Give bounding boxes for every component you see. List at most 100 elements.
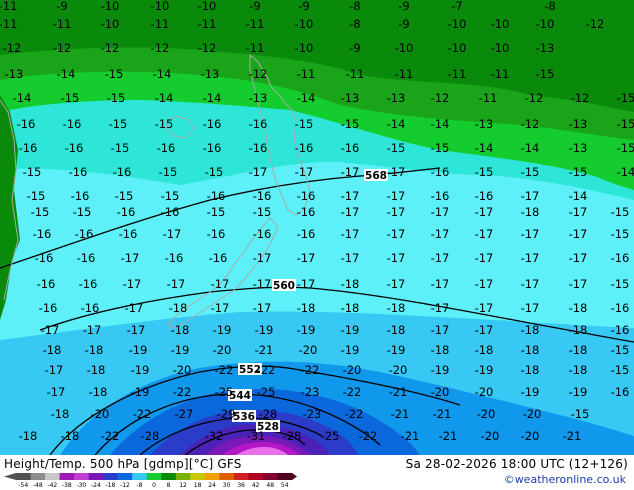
temperature-value: -17	[475, 227, 494, 241]
temperature-value: -31	[247, 429, 266, 443]
temperature-value: -16	[33, 227, 52, 241]
scale-label: 54	[281, 482, 289, 489]
temperature-value: -19	[475, 363, 494, 377]
temperature-value: -16	[611, 323, 630, 337]
temperature-value: -13	[341, 91, 360, 105]
temperature-value: -16	[253, 189, 272, 203]
temperature-value: -16	[157, 141, 176, 155]
temperature-value: -25	[321, 429, 340, 443]
temperature-value: -18	[521, 343, 540, 357]
temperature-value: -17	[47, 385, 66, 399]
temperature-value: -16	[295, 141, 314, 155]
scale-label: -42	[47, 482, 57, 489]
temperature-value: -12	[3, 41, 22, 55]
temperature-value: -12	[249, 67, 268, 81]
temperature-value: -16	[341, 141, 360, 155]
temperature-value: -15	[611, 277, 630, 291]
temperature-value: -15	[111, 141, 130, 155]
scale-swatch	[16, 473, 32, 480]
temperature-value: -14	[617, 165, 634, 179]
temperature-value: -10	[448, 41, 467, 55]
temperature-value: -17	[83, 323, 102, 337]
temperature-value: -17	[211, 277, 230, 291]
temperature-value: -17	[521, 301, 540, 315]
temperature-value: -20	[481, 429, 500, 443]
temperature-value: -14	[297, 91, 316, 105]
temperature-value: -15	[611, 227, 630, 241]
temperature-value: -16	[35, 251, 54, 265]
scale-swatch	[30, 473, 46, 480]
map-title: Height/Temp. 500 hPa [gdmp][°C] GFS	[4, 457, 242, 471]
temperature-value: -19	[131, 363, 150, 377]
temperature-value: -18	[19, 429, 38, 443]
temperature-value: -14	[569, 189, 588, 203]
temperature-value: -22	[101, 429, 120, 443]
temperature-value: -16	[69, 165, 88, 179]
temperature-value: -10	[491, 41, 510, 55]
temperature-value: -16	[611, 251, 630, 265]
temperature-value: -17	[431, 277, 450, 291]
temperature-value: -15	[73, 205, 92, 219]
temperature-value: -12	[525, 91, 544, 105]
temperature-value: -17	[387, 189, 406, 203]
scale-swatch	[132, 473, 148, 480]
temperature-value: -19	[297, 323, 316, 337]
temperature-value: -15	[109, 117, 128, 131]
temperature-value: -28	[283, 429, 302, 443]
temperature-value: -17	[475, 251, 494, 265]
temperature-value: -16	[431, 189, 450, 203]
scale-swatch	[277, 473, 293, 480]
temperature-value: -15	[387, 141, 406, 155]
temperature-value: -19	[569, 385, 588, 399]
temperature-value: -10	[295, 41, 314, 55]
temperature-value: -17	[387, 277, 406, 291]
temperature-value: -16	[209, 251, 228, 265]
scale-label: -30	[76, 482, 86, 489]
temperature-value: -17	[121, 251, 140, 265]
temperature-value: -23	[301, 385, 320, 399]
temperature-value: -17	[387, 227, 406, 241]
temperature-value: -10	[395, 41, 414, 55]
temperature-value: -20	[299, 343, 318, 357]
temperature-value: -16	[39, 301, 58, 315]
temperature-value: -16	[475, 189, 494, 203]
temperature-value: -13	[249, 91, 268, 105]
temperature-value: -17	[253, 251, 272, 265]
color-scale-swatches	[4, 473, 297, 480]
temperature-value: -11	[395, 67, 414, 81]
temperature-value: -18	[341, 277, 360, 291]
temperature-value: -15	[115, 189, 134, 203]
temperature-value: -18	[569, 301, 588, 315]
scale-label: 18	[194, 482, 202, 489]
temperature-value: -15	[155, 117, 174, 131]
temperature-value: -18	[521, 205, 540, 219]
temperature-value: -22	[133, 407, 152, 421]
temperature-value: -13	[536, 41, 555, 55]
temperature-value: -20	[521, 429, 540, 443]
temperature-value: -15	[107, 91, 126, 105]
temperature-value: -17	[127, 323, 146, 337]
temperature-value: -16	[79, 277, 98, 291]
temperature-value: -18	[341, 301, 360, 315]
temperature-value: -19	[341, 343, 360, 357]
temperature-value: -18	[521, 363, 540, 377]
scale-label: 8	[167, 482, 171, 489]
scale-arrow-right	[292, 473, 297, 480]
scale-swatch	[59, 473, 75, 480]
temperature-value: -25	[215, 385, 234, 399]
temperature-value: -15	[617, 117, 634, 131]
temperature-value: -9	[398, 17, 409, 31]
temperature-value: -17	[341, 165, 360, 179]
temperature-value: -22	[257, 363, 276, 377]
temperature-value: -16	[203, 141, 222, 155]
temperature-value: -10	[295, 17, 314, 31]
temperature-value: -13	[475, 117, 494, 131]
temperature-value: -25	[257, 385, 276, 399]
temperature-value: -11	[448, 67, 467, 81]
temperature-value: -15	[161, 189, 180, 203]
temperature-value: -7	[451, 0, 462, 13]
temperature-value: -9	[249, 0, 260, 13]
temperature-value: -11	[297, 67, 316, 81]
temperature-value: -13	[569, 141, 588, 155]
credit-link[interactable]: ©weatheronline.co.uk	[504, 473, 626, 486]
